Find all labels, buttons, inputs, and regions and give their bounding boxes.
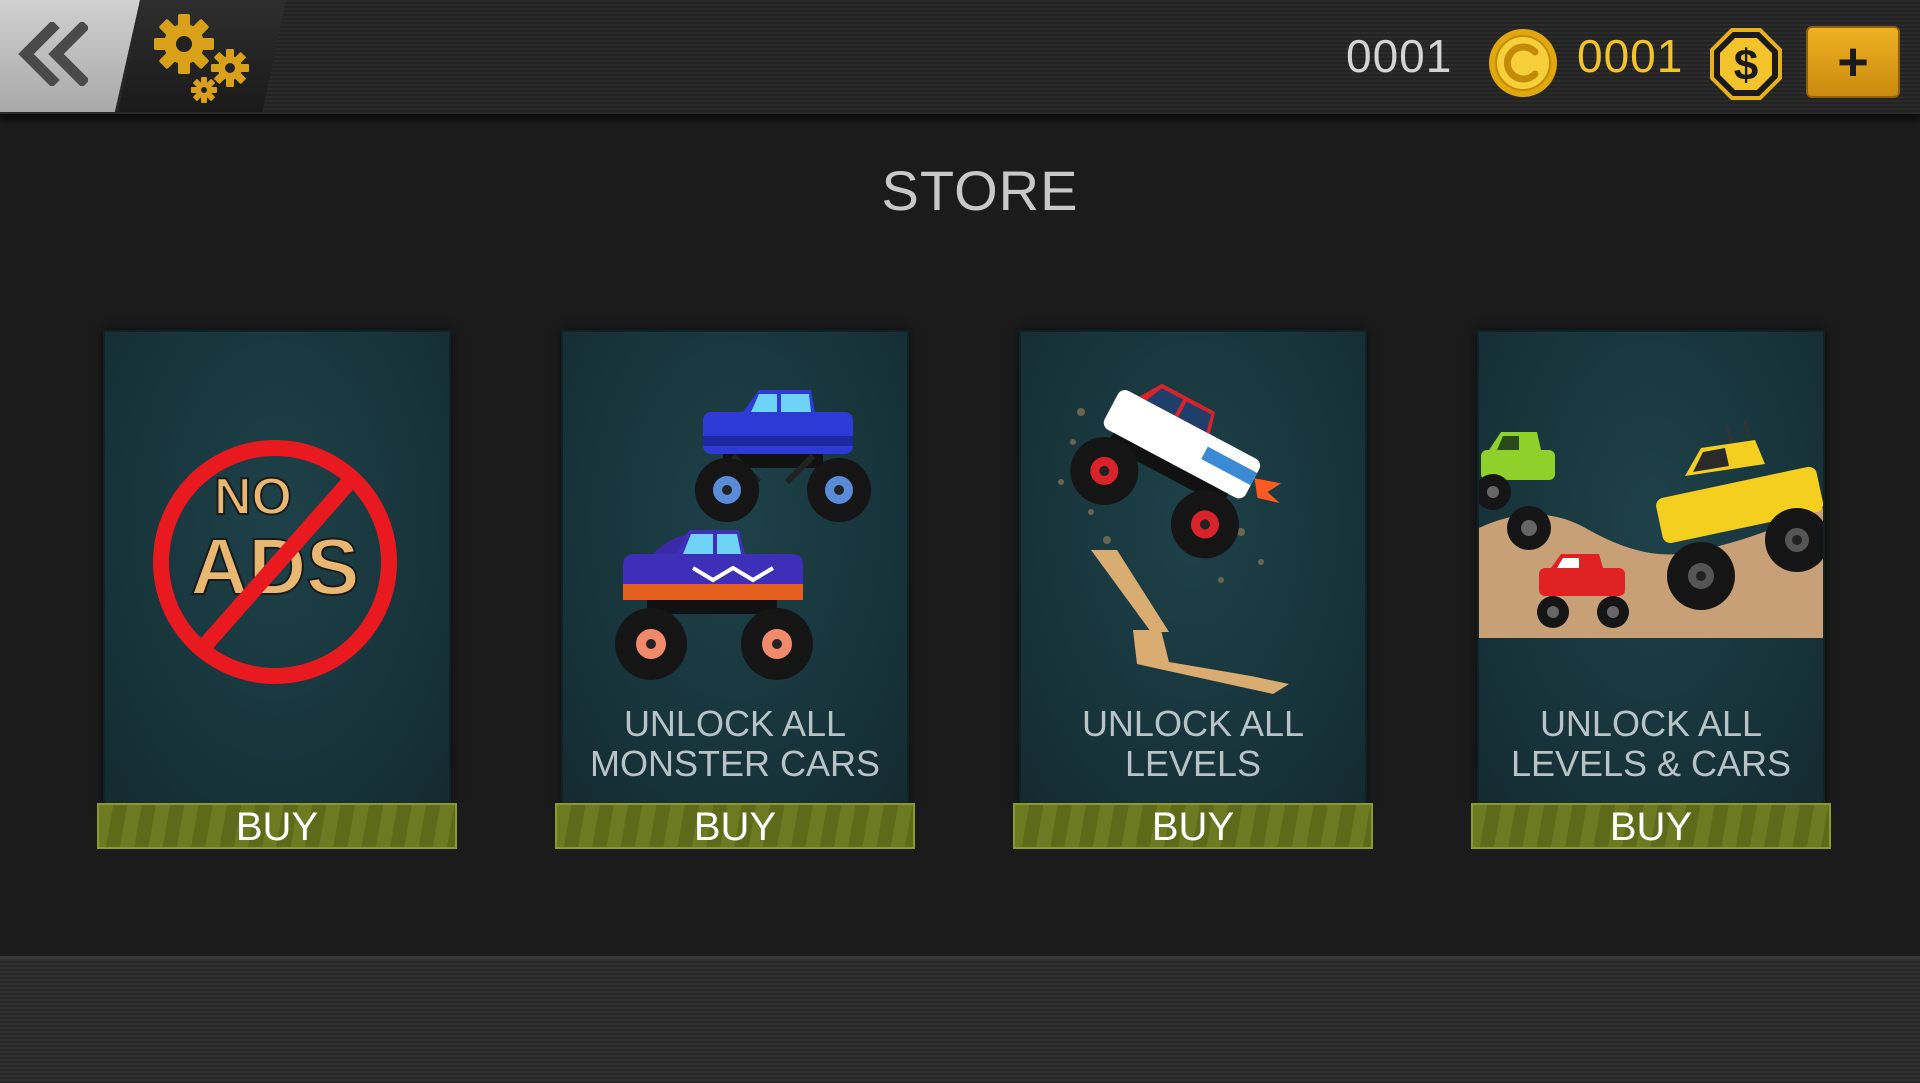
top-bar: 0001 0001 $ + [0,0,1920,117]
card-label-line1: UNLOCK ALL [623,703,847,744]
page-title: STORE [881,159,1079,222]
coin-c-icon [1489,29,1557,97]
gears-icon [154,14,249,103]
store-card-levels[interactable]: UNLOCK ALL LEVELS [1019,330,1367,806]
card-label: UNLOCK ALL MONSTER CARS [563,704,907,784]
bottom-bar [0,956,1920,1083]
card-label-line2: LEVELS & CARS [1510,743,1792,784]
store-card-levels-and-cars[interactable]: UNLOCK ALL LEVELS & CARS [1477,330,1825,806]
dollar-badge-icon: $ [1710,28,1782,100]
add-currency-button[interactable]: + [1806,26,1900,98]
buy-button-levels[interactable]: BUY [1013,803,1373,849]
card-label: UNLOCK ALL LEVELS & CARS [1479,704,1823,784]
card-label-line1: UNLOCK ALL [1081,703,1305,744]
coins-count: 0001 [1346,30,1453,82]
buy-button-levels-and-cars[interactable]: BUY [1471,803,1831,849]
back-button[interactable] [0,0,140,112]
card-label: UNLOCK ALL LEVELS [1021,704,1365,784]
no-ads-art: NO ADS [153,440,397,684]
card-label-line2: LEVELS [1124,743,1262,784]
card-label-line1: UNLOCK ALL [1539,703,1763,744]
svg-text:$: $ [1734,41,1758,90]
buy-button-no-ads[interactable]: BUY [97,803,457,849]
cash-count: 0001 [1577,30,1684,82]
settings-button[interactable] [118,0,286,112]
card-label-line2: MONSTER CARS [589,743,881,784]
store-card-monster-cars[interactable]: UNLOCK ALL MONSTER CARS [561,330,909,806]
buy-button-monster-cars[interactable]: BUY [555,803,915,849]
no-ads-art-no: NO [214,468,292,526]
double-chevron-left-icon [18,22,88,86]
store-card-no-ads[interactable]: NO ADS [103,330,451,806]
